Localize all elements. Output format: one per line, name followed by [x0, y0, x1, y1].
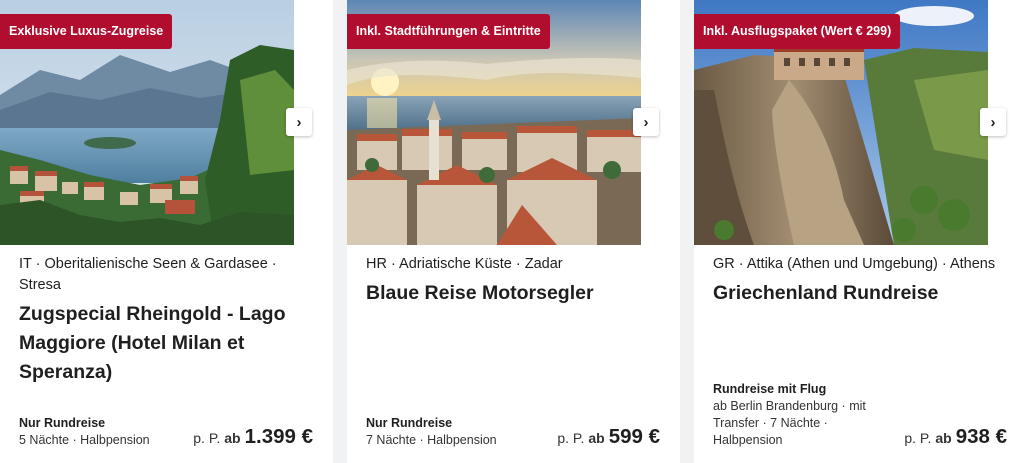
- offer-details: ab Berlin Brandenburg · mit: [713, 399, 866, 413]
- offer-region: HR · Adriatische Küste · Zadar: [366, 256, 563, 272]
- next-image-button[interactable]: ›: [286, 108, 312, 136]
- price-ab: ab: [588, 430, 605, 446]
- offer-type: Nur Rundreise: [366, 416, 453, 430]
- offer-price: p. P. ab 1.399 €: [193, 425, 313, 449]
- offer-title[interactable]: Griechenland Rundreise: [713, 279, 1013, 308]
- price-prefix: p. P.: [904, 430, 932, 446]
- offer-details: Halbpension: [713, 433, 783, 447]
- price-ab: ab: [224, 430, 241, 446]
- price-prefix: p. P.: [557, 430, 585, 446]
- offer-card[interactable]: Inkl. Ausflugspaket (Wert € 299) › GR · …: [694, 0, 1024, 463]
- offer-badge: Inkl. Ausflugspaket (Wert € 299): [694, 14, 901, 49]
- chevron-right-icon: ›: [643, 113, 649, 131]
- next-image-button[interactable]: ›: [633, 108, 659, 136]
- price-amount: 1.399 €: [244, 425, 313, 448]
- offer-badge: Inkl. Stadtführungen & Eintritte: [347, 14, 550, 49]
- offer-price: p. P. ab 938 €: [904, 425, 1007, 449]
- offer-card[interactable]: Exklusive Luxus-Zugreise › IT · Oberital…: [0, 0, 333, 463]
- offer-badge: Exklusive Luxus-Zugreise: [0, 14, 173, 49]
- offer-region: GR · Attika (Athen und Umgebung) · Athen…: [713, 256, 996, 272]
- offer-region: IT · Oberitalienische Seen & Gardasee · …: [19, 256, 277, 293]
- offer-price: p. P. ab 599 €: [557, 425, 660, 449]
- price-amount: 599 €: [608, 425, 660, 448]
- offer-details: 7 Nächte · Halbpension: [366, 433, 497, 447]
- price-prefix: p. P.: [193, 430, 221, 446]
- price-amount: 938 €: [955, 425, 1007, 448]
- offer-details: Transfer · 7 Nächte ·: [713, 416, 828, 430]
- price-ab: ab: [935, 430, 952, 446]
- offer-title[interactable]: Blaue Reise Motorsegler: [366, 279, 666, 308]
- offer-type: Nur Rundreise: [19, 416, 106, 430]
- next-image-button[interactable]: ›: [980, 108, 1006, 136]
- chevron-right-icon: ›: [990, 113, 996, 131]
- offer-details: 5 Nächte · Halbpension: [19, 433, 150, 447]
- chevron-right-icon: ›: [296, 113, 302, 131]
- offer-card[interactable]: Inkl. Stadtführungen & Eintritte › HR · …: [347, 0, 680, 463]
- offer-type: Rundreise mit Flug: [713, 382, 827, 396]
- offer-title[interactable]: Zugspecial Rheingold - Lago Maggiore (Ho…: [19, 300, 319, 387]
